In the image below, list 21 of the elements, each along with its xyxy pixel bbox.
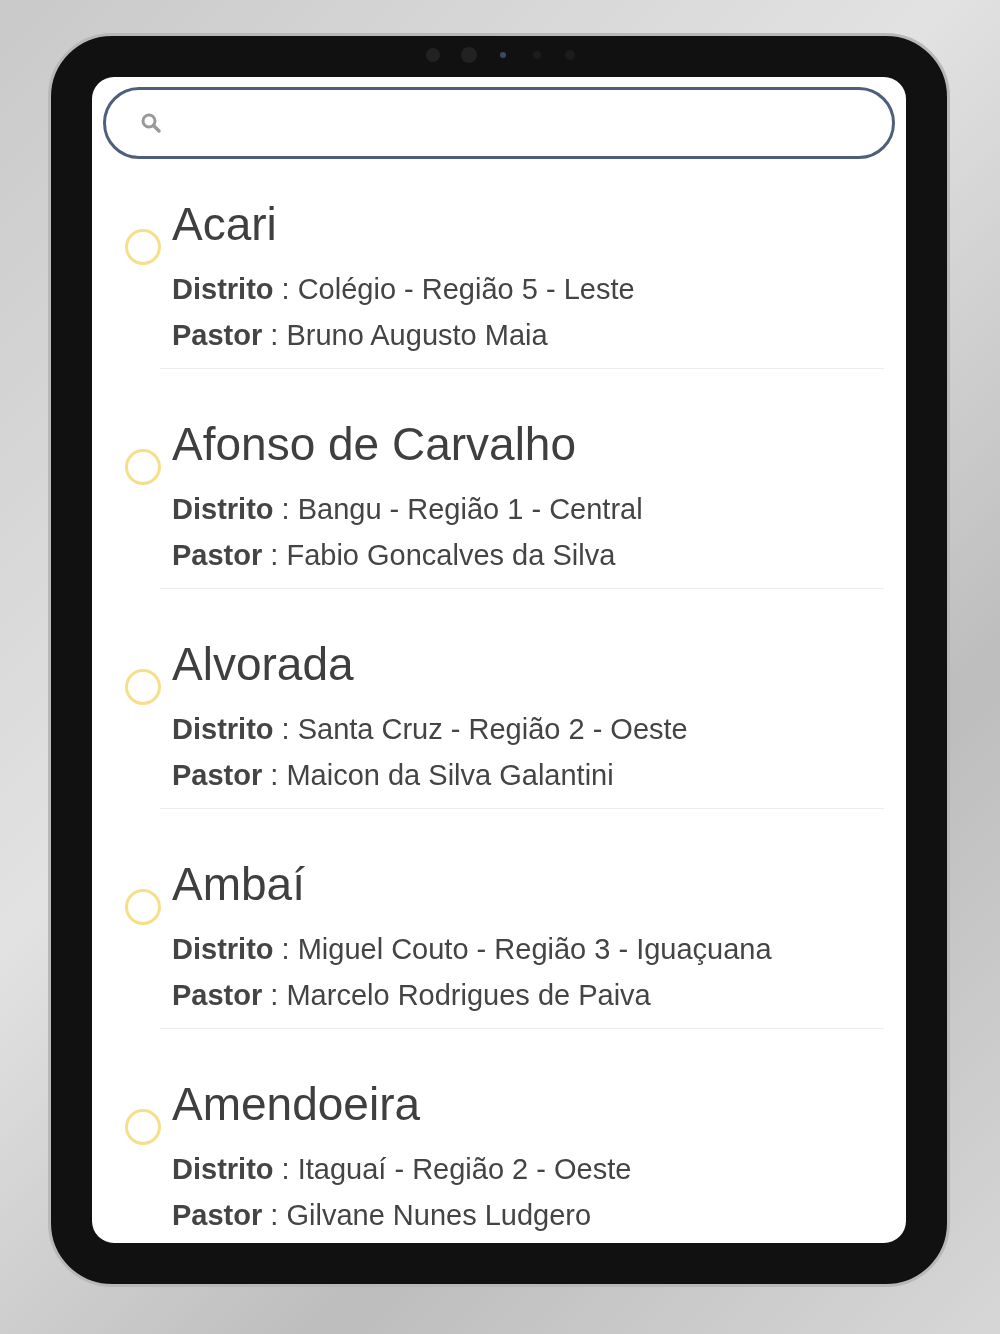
pastor-text: Pastor : Gilvane Nunes Ludgero <box>172 1198 593 1233</box>
district-text: Distrito : Santa Cruz - Região 2 - Oeste <box>172 712 689 747</box>
church-item[interactable]: Amendoeira Distrito : Itaguaí - Região 2 - Oeste Pastor : Gilvane Nunes Ludgero <box>92 1039 906 1243</box>
district-text: Distrito : Miguel Couto - Região 3 - Iguaçuana <box>172 932 773 967</box>
church-item[interactable]: Afonso de Carvalho Distrito : Bangu - Região 1 - Central Pastor : Fabio Goncalves da Silva <box>92 379 906 589</box>
pastor-text: Pastor : Maicon da Silva Galantini <box>172 758 615 793</box>
pastor-text: Pastor : Bruno Augusto Maia <box>172 318 549 353</box>
church-name: Alvorada <box>172 637 355 692</box>
pastor-text: Pastor : Fabio Goncalves da Silva <box>172 538 617 573</box>
search-icon <box>140 112 162 134</box>
church-name: Acari <box>172 197 278 252</box>
church-item[interactable]: Ambaí Distrito : Miguel Couto - Região 3 - Iguaçuana Pastor : Marcelo Rodrigues de Paiva <box>92 819 906 1029</box>
district-text: Distrito : Itaguaí - Região 2 - Oeste <box>172 1152 633 1187</box>
district-text: Distrito : Colégio - Região 5 - Leste <box>172 272 636 307</box>
district-text: Distrito : Bangu - Região 1 - Central <box>172 492 644 527</box>
pastor-text: Pastor : Marcelo Rodrigues de Paiva <box>172 978 652 1013</box>
church-item[interactable]: Acari Distrito : Colégio - Região 5 - Leste Pastor : Bruno Augusto Maia <box>92 159 906 369</box>
church-item[interactable]: Alvorada Distrito : Santa Cruz - Região 2 - Oeste Pastor : Maicon da Silva Galantini <box>92 599 906 809</box>
church-name: Afonso de Carvalho <box>172 417 578 472</box>
church-name: Ambaí <box>172 857 306 912</box>
church-name: Amendoeira <box>172 1077 422 1132</box>
